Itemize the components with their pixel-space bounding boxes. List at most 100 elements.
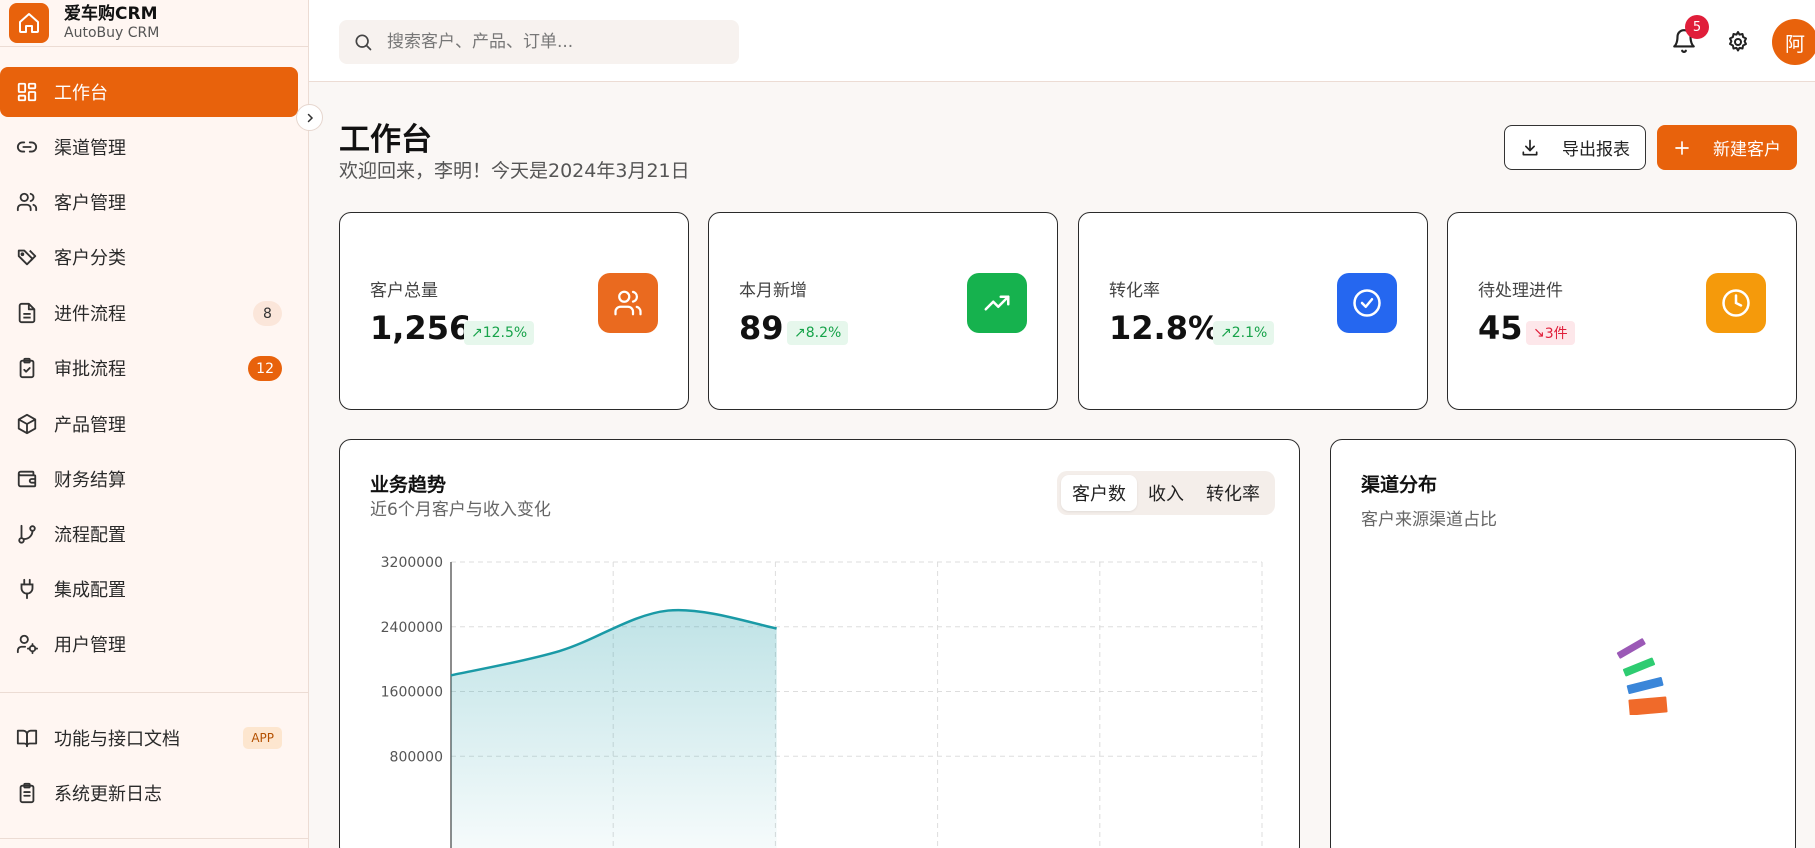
stat-card-total-customers: 客户总量 1,256 ↗ 12.5% [339,212,689,410]
sidebar-item-dashboard[interactable]: 工作台 [0,67,298,117]
sidebar-item-finance[interactable]: 财务结算 [0,454,298,504]
sidebar-item-docs[interactable]: 功能与接口文档 APP [0,713,298,763]
stat-card-pending-applications: 待处理进件 45 ↘ 3件 [1447,212,1797,410]
check-circle-icon [1337,273,1397,333]
y-tick-label: 3200000 [381,555,443,571]
tags-icon [15,245,39,269]
channel-distribution-panel: 渠道分布 客户来源渠道占比 [1330,439,1796,848]
stat-label: 客户总量 [370,281,438,301]
gear-icon[interactable] [1726,30,1750,54]
sidebar-item-label: 进件流程 [54,304,126,325]
notification-badge: 5 [1685,15,1709,39]
sidebar-divider [0,692,309,693]
count-badge: 8 [253,301,282,326]
user-cog-icon [15,632,39,656]
sidebar-item-integrations[interactable]: 集成配置 [0,564,298,614]
book-open-icon [15,726,39,750]
stat-label: 转化率 [1109,281,1160,301]
sidebar-item-customers[interactable]: 客户管理 [0,177,298,227]
stat-delta: ↗ 12.5% [464,321,535,345]
arrow-down-right-icon: ↘ [1533,325,1545,341]
clipboard-list-icon [15,781,39,805]
link-icon [15,135,39,159]
y-tick-label: 2400000 [381,620,443,636]
stat-delta: ↘ 3件 [1526,321,1575,345]
sidebar-item-label: 集成配置 [54,580,126,601]
dashboard-icon [15,80,39,104]
business-trend-panel: 业务趋势 近6个月客户与收入变化 客户数 收入 转化率 3200000 24000… [339,439,1300,848]
stat-delta: ↗ 2.1% [1213,321,1275,345]
stat-value: 45 [1478,309,1523,347]
users-icon [598,273,658,333]
plug-icon [15,577,39,601]
count-badge: 12 [248,356,282,381]
sidebar-item-label: 渠道管理 [54,138,126,159]
sidebar-divider [0,838,309,839]
export-report-label: 导出报表 [1562,140,1630,160]
stat-delta: ↗ 8.2% [787,321,849,345]
home-icon [19,13,39,33]
y-tick-label: 800000 [390,749,443,765]
stat-label: 本月新增 [739,281,807,301]
stat-value: 1,256 [370,309,472,347]
sidebar-item-label: 工作台 [54,83,108,104]
sidebar: 爱车购CRM AutoBuy CRM 工作台 渠道管理 客户管理 客户分类 进件… [0,0,309,848]
clock-icon [1706,273,1766,333]
sidebar-item-channels[interactable]: 渠道管理 [0,122,298,172]
y-tick-label: 1600000 [381,685,443,701]
wallet-icon [15,467,39,491]
sidebar-item-label: 用户管理 [54,635,126,656]
panel-title: 渠道分布 [1361,474,1438,496]
top-header: 5 阿 [309,0,1815,82]
sidebar-item-label: 产品管理 [54,415,126,436]
sidebar-item-products[interactable]: 产品管理 [0,399,298,449]
series-area [451,610,777,848]
trending-up-icon [967,273,1027,333]
sidebar-item-label: 财务结算 [54,470,126,491]
sidebar-item-label: 审批流程 [54,359,126,380]
stat-card-conversion-rate: 转化率 12.8% ↗ 2.1% [1078,212,1428,410]
new-customer-button[interactable]: 新建客户 [1657,125,1797,170]
sidebar-item-changelog[interactable]: 系统更新日志 [0,768,298,818]
page-subtitle: 欢迎回来，李明！今天是2024年3月21日 [339,160,690,182]
sidebar-item-label: 流程配置 [54,525,126,546]
app-badge: APP [243,727,282,749]
page-title: 工作台 [339,122,432,158]
brand: 爱车购CRM AutoBuy CRM [0,0,308,47]
chevron-right-icon [307,113,313,122]
export-report-button[interactable]: 导出报表 [1504,125,1646,170]
search-box[interactable] [339,20,739,64]
loading-spinner-icon [1616,638,1668,715]
sidebar-item-users[interactable]: 用户管理 [0,619,298,669]
sidebar-collapse-button[interactable] [296,104,323,131]
arrow-up-right-icon: ↗ [1220,325,1232,341]
sidebar-item-label: 功能与接口文档 [54,729,180,750]
new-customer-label: 新建客户 [1713,140,1781,160]
trend-area-chart: 3200000 2400000 1600000 800000 [381,555,1263,848]
arrow-up-right-icon: ↗ [794,325,806,341]
search-icon [355,34,372,51]
stat-card-new-this-month: 本月新增 89 ↗ 8.2% [708,212,1058,410]
sidebar-item-label: 客户分类 [54,248,126,269]
clipboard-check-icon [15,356,39,380]
sidebar-item-approvals[interactable]: 审批流程 12 [0,343,298,393]
stat-label: 待处理进件 [1478,281,1563,301]
users-icon [15,190,39,214]
sidebar-item-workflow-config[interactable]: 流程配置 [0,509,298,559]
sidebar-item-label: 客户管理 [54,193,126,214]
download-icon [1522,139,1538,155]
sidebar-item-applications[interactable]: 进件流程 8 [0,288,298,338]
plus-icon [1675,140,1689,155]
package-icon [15,412,39,436]
panel-subtitle: 客户来源渠道占比 [1361,510,1497,530]
file-text-icon [15,301,39,325]
brand-logo[interactable] [9,3,49,43]
brand-name: 爱车购CRM [64,4,158,25]
sidebar-item-categories[interactable]: 客户分类 [0,232,298,282]
sidebar-item-label: 系统更新日志 [54,784,162,805]
search-input[interactable] [387,32,717,52]
avatar[interactable]: 阿 [1772,19,1815,65]
git-branch-icon [15,522,39,546]
brand-subtitle: AutoBuy CRM [64,24,160,41]
arrow-up-right-icon: ↗ [471,325,483,341]
